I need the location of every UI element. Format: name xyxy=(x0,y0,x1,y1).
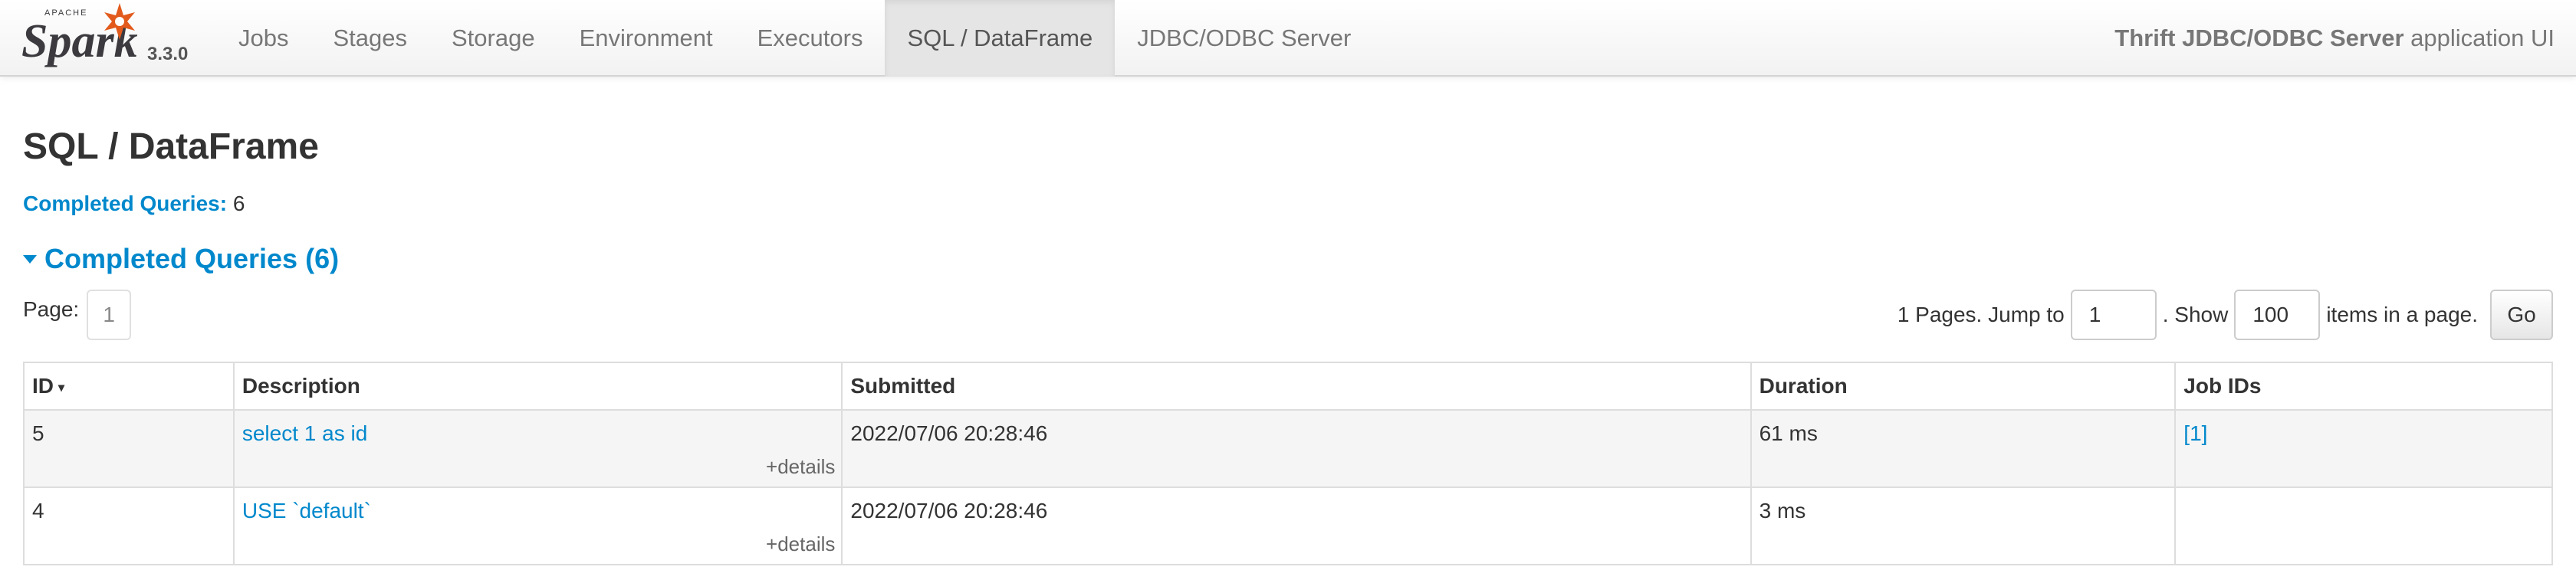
cell-description: USE `default` +details xyxy=(232,486,843,565)
completed-queries-table: ID ▾ Description Submitted Duration Job I… xyxy=(23,362,2553,565)
show-text: . Show xyxy=(2162,303,2229,326)
app-title-suffix: application UI xyxy=(2404,25,2555,51)
query-description-link[interactable]: select 1 as id xyxy=(242,421,367,445)
spark-logo-icon: APACHE Spark xyxy=(21,3,138,67)
caret-down-icon xyxy=(23,254,37,264)
spark-logo[interactable]: APACHE Spark 3.3.0 xyxy=(21,2,205,74)
go-button[interactable]: Go xyxy=(2490,290,2553,340)
table-header-row: ID ▾ Description Submitted Duration Job I… xyxy=(23,362,2553,411)
cell-job-ids: [1] xyxy=(2174,409,2553,488)
column-header-job-ids[interactable]: Job IDs xyxy=(2174,362,2553,411)
details-toggle[interactable]: +details xyxy=(766,455,835,479)
query-description-link[interactable]: USE `default` xyxy=(242,499,371,522)
pagination-left: Page: 1 xyxy=(23,290,132,340)
pagination-controls: 1 Pages. Jump to 1 . Show 100 items in a… xyxy=(1891,290,2553,340)
cell-submitted: 2022/07/06 20:28:46 xyxy=(841,486,1752,565)
column-header-id[interactable]: ID ▾ xyxy=(23,362,235,411)
sort-desc-icon: ▾ xyxy=(58,381,65,395)
tab-jobs[interactable]: Jobs xyxy=(216,0,310,77)
cell-id: 5 xyxy=(23,409,235,488)
cell-submitted: 2022/07/06 20:28:46 xyxy=(841,409,1752,488)
table-row: 4 USE `default` +details 2022/07/06 20:2… xyxy=(23,486,2553,565)
completed-queries-toggle[interactable]: Completed Queries (6) xyxy=(23,242,339,276)
job-id-link[interactable]: [1] xyxy=(2183,421,2207,445)
column-header-duration[interactable]: Duration xyxy=(1750,362,2177,411)
tab-environment[interactable]: Environment xyxy=(557,0,735,77)
page-title: SQL / DataFrame xyxy=(23,126,319,167)
tab-jdbc-odbc-server[interactable]: JDBC/ODBC Server xyxy=(1115,0,1373,77)
column-header-label: ID xyxy=(32,374,54,398)
details-toggle[interactable]: +details xyxy=(766,532,835,556)
pages-text: 1 Pages. Jump to xyxy=(1897,303,2065,326)
tab-storage[interactable]: Storage xyxy=(429,0,557,77)
tab-stages[interactable]: Stages xyxy=(310,0,429,77)
page-label: Page: xyxy=(23,297,80,321)
app-title-name: Thrift JDBC/ODBC Server xyxy=(2114,25,2404,51)
completed-queries-summary: Completed Queries: 6 xyxy=(23,192,245,216)
cell-id: 4 xyxy=(23,486,235,565)
nav-tabs: Jobs Stages Storage Environment Executor… xyxy=(216,0,1373,77)
tab-executors[interactable]: Executors xyxy=(735,0,886,77)
page-size-input[interactable]: 100 xyxy=(2234,290,2321,340)
cell-duration: 3 ms xyxy=(1750,486,2177,565)
app-title: Thrift JDBC/ODBC Server application UI xyxy=(2114,0,2555,77)
section-title: Completed Queries (6) xyxy=(44,243,340,274)
column-header-description[interactable]: Description xyxy=(232,362,843,411)
jump-to-page-input[interactable]: 1 xyxy=(2070,290,2157,340)
cell-job-ids xyxy=(2174,486,2553,565)
spark-version: 3.3.0 xyxy=(147,44,189,64)
top-navbar: APACHE Spark 3.3.0 Jobs Stages Storage E… xyxy=(0,0,2576,77)
column-header-submitted[interactable]: Submitted xyxy=(841,362,1752,411)
cell-duration: 61 ms xyxy=(1750,409,2177,488)
tab-sql-dataframe[interactable]: SQL / DataFrame xyxy=(885,0,1116,77)
completed-queries-count: 6 xyxy=(232,192,245,215)
table-row: 5 select 1 as id +details 2022/07/06 20:… xyxy=(23,409,2553,488)
completed-queries-link[interactable]: Completed Queries: xyxy=(23,192,227,215)
page-number-1[interactable]: 1 xyxy=(87,290,132,340)
cell-description: select 1 as id +details xyxy=(232,409,843,488)
items-text: items in a page. xyxy=(2326,303,2478,326)
